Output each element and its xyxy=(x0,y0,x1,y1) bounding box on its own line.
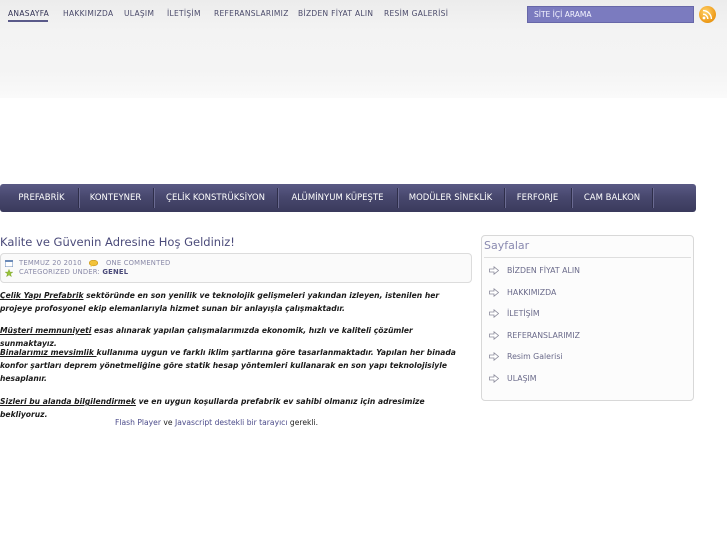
nav-separator xyxy=(504,188,505,208)
topnav-iletisim[interactable]: İLETİŞİM xyxy=(167,9,201,18)
post-paragraph-1: Çelik Yapı Prefabrik sektöründe en son y… xyxy=(0,289,468,315)
mainnav-celik-konstruksiyon[interactable]: ÇELİK KONSTRÜKSİYON xyxy=(155,184,276,212)
comment-icon xyxy=(89,260,98,267)
sidebar-item-label: ULAŞIM xyxy=(507,374,537,383)
nav-separator xyxy=(78,188,79,208)
nav-separator xyxy=(571,188,572,208)
celik-yapi-link[interactable]: Çelik Yapı Prefabrik xyxy=(0,291,84,300)
topnav-anasayfa[interactable]: ANASAYFA xyxy=(8,9,49,18)
nav-separator xyxy=(277,188,278,208)
arrow-right-icon xyxy=(489,309,499,318)
arrow-right-icon xyxy=(489,288,499,297)
mainnav-ferforje[interactable]: FERFORJE xyxy=(506,184,569,212)
sidebar-item-label: HAKKIMIZDA xyxy=(507,288,557,297)
arrow-right-icon xyxy=(489,374,499,383)
sidebar-item-label: BİZDEN FİYAT ALIN xyxy=(507,266,580,275)
main-nav: PREFABRİK KONTEYNER ÇELİK KONSTRÜKSİYON … xyxy=(0,184,696,212)
topnav-referanslarimiz[interactable]: REFERANSLARIMIZ xyxy=(214,9,289,18)
star-icon xyxy=(5,269,13,277)
topnav-bizden-fiyat-alin[interactable]: BİZDEN FİYAT ALIN xyxy=(298,9,373,18)
topnav-ulasim[interactable]: ULAŞIM xyxy=(124,9,154,18)
binalarimiz-link[interactable]: Binalarımız mevsimlik xyxy=(0,348,97,357)
flash-text: ve xyxy=(160,418,175,427)
category-link[interactable]: GENEL xyxy=(102,268,128,276)
topnav-resim-galerisi[interactable]: RESİM GALERİSİ xyxy=(384,9,448,18)
arrow-right-icon xyxy=(489,331,499,340)
post-date: TEMMUZ 20 2010 xyxy=(19,259,82,267)
sidebar-item-label: REFERANSLARIMIZ xyxy=(507,331,580,340)
sidebar-item-label: İLETİŞİM xyxy=(507,309,540,318)
post-comments-link[interactable]: ONE COMMENTED xyxy=(106,259,170,267)
nav-separator xyxy=(153,188,154,208)
mainnav-moduler-sineklik[interactable]: MODÜLER SİNEKLİK xyxy=(399,184,502,212)
mainnav-cam-balkon[interactable]: CAM BALKON xyxy=(573,184,651,212)
post-paragraph-3: Binalarımız mevsimlik kullanıma uygun ve… xyxy=(0,346,468,385)
arrow-right-icon xyxy=(489,352,499,361)
search-input[interactable]: SİTE İÇİ ARAMA xyxy=(527,6,694,23)
sidebar-divider xyxy=(484,257,691,258)
post-title[interactable]: Kalite ve Güvenin Adresine Hoş Geldiniz! xyxy=(0,235,235,249)
nav-separator xyxy=(652,188,653,208)
active-underline xyxy=(8,20,48,22)
bilgilendirmek-link[interactable]: Sizleri bu alanda bilgilendirmek xyxy=(0,397,136,406)
rss-icon[interactable] xyxy=(699,6,716,23)
sidebar-title: Sayfalar xyxy=(484,239,530,252)
post-category-label: CATEGORIZED UNDER: GENEL xyxy=(19,268,128,276)
category-prefix: CATEGORIZED UNDER: xyxy=(19,268,100,276)
mainnav-konteyner[interactable]: KONTEYNER xyxy=(80,184,151,212)
mainnav-prefabrik[interactable]: PREFABRİK xyxy=(8,184,75,212)
topnav-hakkimizda[interactable]: HAKKIMIZDA xyxy=(63,9,113,18)
calendar-icon xyxy=(5,260,13,267)
javascript-browser-link[interactable]: Javascript destekli bir tarayıcı xyxy=(175,418,288,427)
flash-text: gerekli. xyxy=(287,418,319,427)
sidebar-item-label: Resim Galerisi xyxy=(507,352,563,361)
nav-separator xyxy=(397,188,398,208)
musteri-memnuniyeti-link[interactable]: Müşteri memnuniyeti xyxy=(0,326,91,335)
flash-notice: Flash Player ve Javascript destekli bir … xyxy=(115,418,318,427)
arrow-right-icon xyxy=(489,266,499,275)
mainnav-aluminyum-kupeste[interactable]: ALÜMİNYUM KÜPEŞTE xyxy=(279,184,396,212)
flash-player-link[interactable]: Flash Player xyxy=(115,418,161,427)
